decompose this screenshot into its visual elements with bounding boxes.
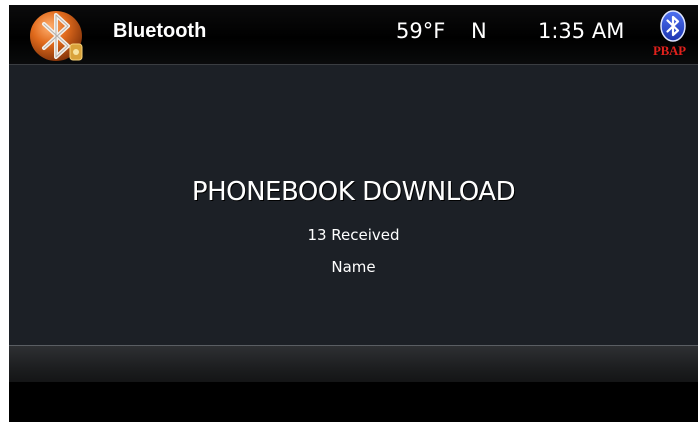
status-bar: Bluetooth 59°F N 1:35 AM PBAP <box>9 5 698 65</box>
temperature-readout: 59°F <box>396 19 446 43</box>
head-unit-screen: Bluetooth 59°F N 1:35 AM PBAP PHONEBOOK … <box>9 5 698 422</box>
bluetooth-icon <box>660 10 686 42</box>
app-title: Bluetooth <box>113 20 207 42</box>
phonebook-download-title: PHONEBOOK DOWNLOAD <box>191 177 516 207</box>
clock: 1:35 AM <box>538 19 625 43</box>
bluetooth-app-icon[interactable] <box>26 8 90 64</box>
compass-heading: N <box>471 19 487 43</box>
current-contact-name: Name <box>331 258 376 276</box>
footer-area <box>9 382 698 422</box>
bottom-bar <box>9 346 698 382</box>
pbap-profile-label: PBAP <box>653 43 686 58</box>
bluetooth-status-indicator: PBAP <box>653 9 697 65</box>
received-count: 13 Received <box>307 226 400 244</box>
